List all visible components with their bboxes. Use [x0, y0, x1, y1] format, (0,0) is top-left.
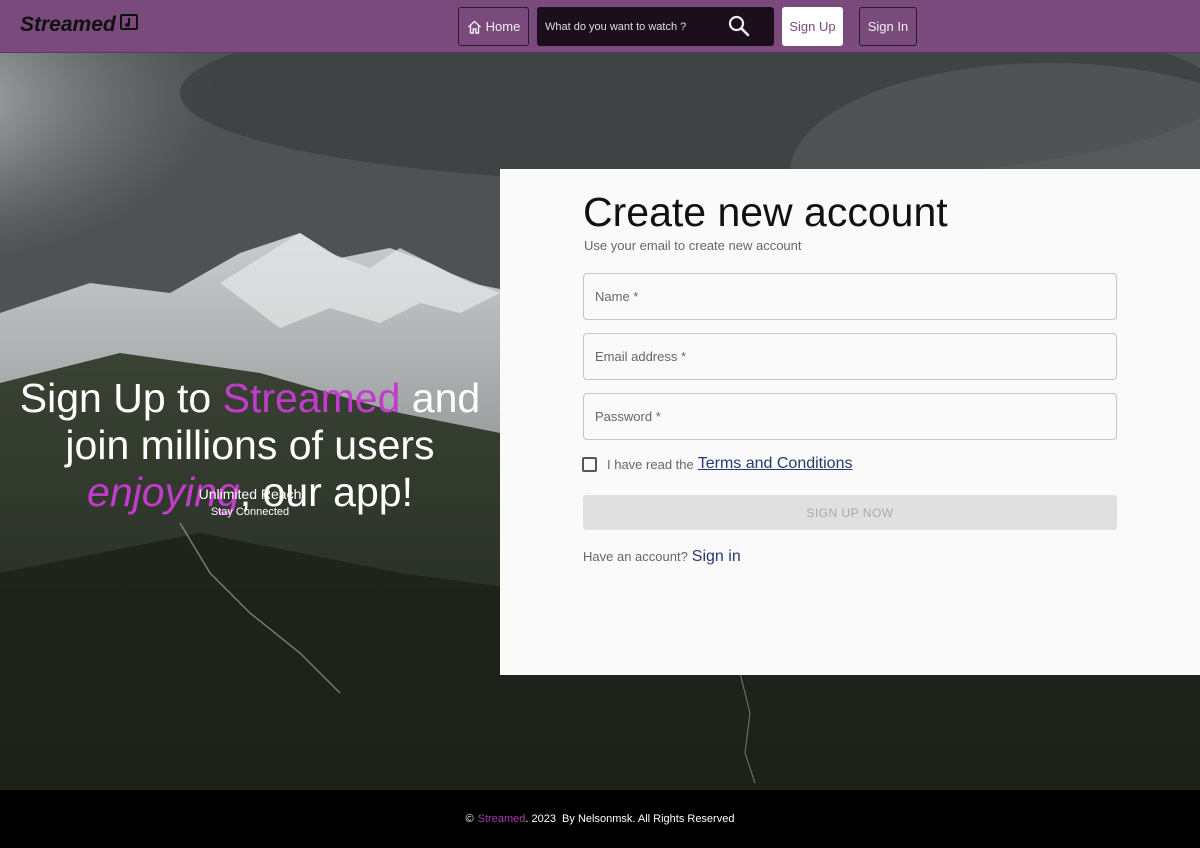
form-subtitle: Use your email to create new account [584, 238, 802, 253]
tagline-start: Sign Up to [19, 375, 223, 421]
terms-link[interactable]: Terms and Conditions [698, 455, 853, 473]
password-field-wrapper [583, 393, 1117, 440]
signup-form-panel: Create new account Use your email to cre… [500, 169, 1200, 675]
signup-nav-button[interactable]: Sign Up [782, 7, 843, 46]
form-title: Create new account [583, 189, 948, 235]
footer-brand: Streamed [477, 813, 526, 825]
brand-logo[interactable]: Streamed [20, 13, 138, 37]
search-bar [537, 7, 774, 46]
page-footer: © Streamed . 2023 By Nelsonmsk. All Righ… [0, 790, 1200, 848]
footer-text: . 2023 By Nelsonmsk. All Rights Reserved [525, 813, 735, 825]
email-input[interactable] [584, 334, 1116, 379]
signup-submit-button[interactable]: SIGN UP NOW [583, 495, 1117, 530]
password-input[interactable] [584, 394, 1116, 439]
top-navbar: Streamed Home Sign Up Sign In [0, 0, 1200, 53]
terms-checkbox[interactable] [582, 456, 597, 472]
hero-subtitle-connected: Stay Connected [210, 506, 290, 518]
name-input[interactable] [584, 274, 1116, 319]
have-account-text: Have an account? [583, 549, 688, 564]
email-field-wrapper [583, 333, 1117, 380]
have-account-row: Have an account? Sign in [583, 548, 741, 566]
home-label: Home [485, 19, 521, 34]
tagline-brand: Streamed [222, 375, 401, 421]
search-icon[interactable] [728, 15, 750, 42]
hero-subtitle-reach: Unlimited Reach [198, 486, 302, 502]
name-field-wrapper [583, 273, 1117, 320]
signin-link[interactable]: Sign in [692, 548, 741, 566]
home-button[interactable]: Home [458, 7, 529, 46]
logo-text: Streamed [20, 13, 116, 36]
terms-row: I have read the Terms and Conditions [582, 455, 852, 473]
search-input[interactable] [545, 20, 715, 33]
home-icon [467, 20, 482, 34]
copyright-symbol: © [465, 813, 474, 825]
signin-nav-button[interactable]: Sign In [859, 7, 917, 46]
music-note-icon [119, 14, 138, 30]
terms-prefix: I have read the [607, 456, 694, 472]
